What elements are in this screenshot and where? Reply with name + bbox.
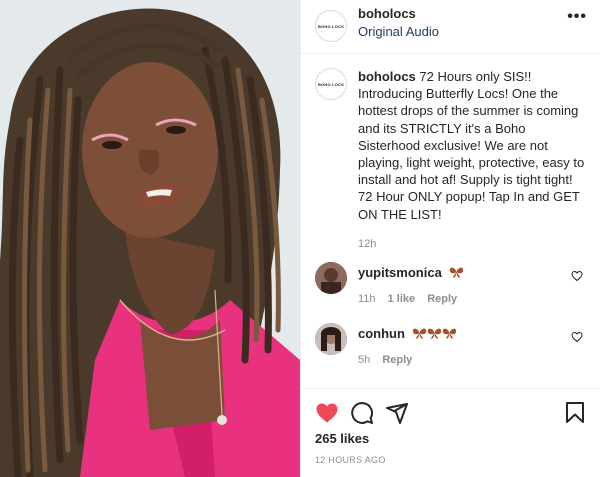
bookmark-icon[interactable] xyxy=(563,401,587,425)
post-actions: 265 likes 12 HOURS AGO xyxy=(301,388,600,477)
comment-text xyxy=(449,265,464,280)
comment-meta: 11h 1 like Reply xyxy=(358,293,558,305)
comment-username-link[interactable]: conhun xyxy=(358,326,405,341)
logo-text: BOHO LOCS xyxy=(317,81,345,87)
account-avatar[interactable]: BOHO LOCS xyxy=(315,10,347,42)
caption-avatar[interactable]: BOHO LOCS xyxy=(315,68,347,100)
small-heart-icon[interactable] xyxy=(571,270,583,282)
comment-text xyxy=(412,326,457,341)
comment-meta: 5h Reply xyxy=(358,354,558,366)
small-heart-icon[interactable] xyxy=(571,331,583,343)
butterfly-emoji xyxy=(428,328,442,339)
commenter-avatar[interactable] xyxy=(315,323,347,355)
reply-button[interactable]: Reply xyxy=(427,293,457,305)
more-icon[interactable]: ••• xyxy=(567,8,587,26)
comment-username-link[interactable]: yupitsmonica xyxy=(358,265,442,280)
butterfly-emoji xyxy=(443,328,457,339)
original-audio-link[interactable]: Original Audio xyxy=(358,24,439,39)
comment-body: yupitsmonica 11h 1 like Reply xyxy=(358,264,558,305)
header-username-link[interactable]: boholocs xyxy=(358,6,416,21)
avatar-photo xyxy=(315,323,347,355)
caption-body: 72 Hours only SIS!! Introducing Butterfl… xyxy=(358,69,585,222)
comment-item: yupitsmonica 11h 1 like Reply xyxy=(315,262,595,305)
butterfly-emoji xyxy=(413,328,427,339)
caption-text: boholocs 72 Hours only SIS!! Introducing… xyxy=(358,68,586,253)
commenter-avatar[interactable] xyxy=(315,262,347,294)
comment-likes[interactable]: 1 like xyxy=(388,293,416,305)
comment-icon[interactable] xyxy=(350,401,374,425)
post-header: BOHO LOCS boholocs Original Audio ••• xyxy=(301,0,600,54)
logo-text: BOHO LOCS xyxy=(317,23,345,29)
share-icon[interactable] xyxy=(385,401,409,425)
post-details-panel: BOHO LOCS boholocs Original Audio ••• BO… xyxy=(300,0,600,477)
comment-time[interactable]: 11h xyxy=(358,293,376,305)
post-timestamp[interactable]: 12 HOURS AGO xyxy=(315,455,386,465)
comment-time[interactable]: 5h xyxy=(358,354,370,366)
comment-body: conhun 5h Reply xyxy=(358,325,558,366)
avatar-photo xyxy=(315,262,347,294)
portrait-image xyxy=(0,0,300,477)
caption-timestamp[interactable]: 12h xyxy=(358,236,586,253)
comment-item: conhun 5h Reply xyxy=(315,323,595,366)
likes-count[interactable]: 265 likes xyxy=(315,431,369,446)
reply-button[interactable]: Reply xyxy=(382,354,412,366)
caption-username-link[interactable]: boholocs xyxy=(358,69,416,84)
post-photo[interactable] xyxy=(0,0,300,477)
butterfly-emoji xyxy=(450,267,464,278)
heart-filled-icon[interactable] xyxy=(315,401,339,425)
